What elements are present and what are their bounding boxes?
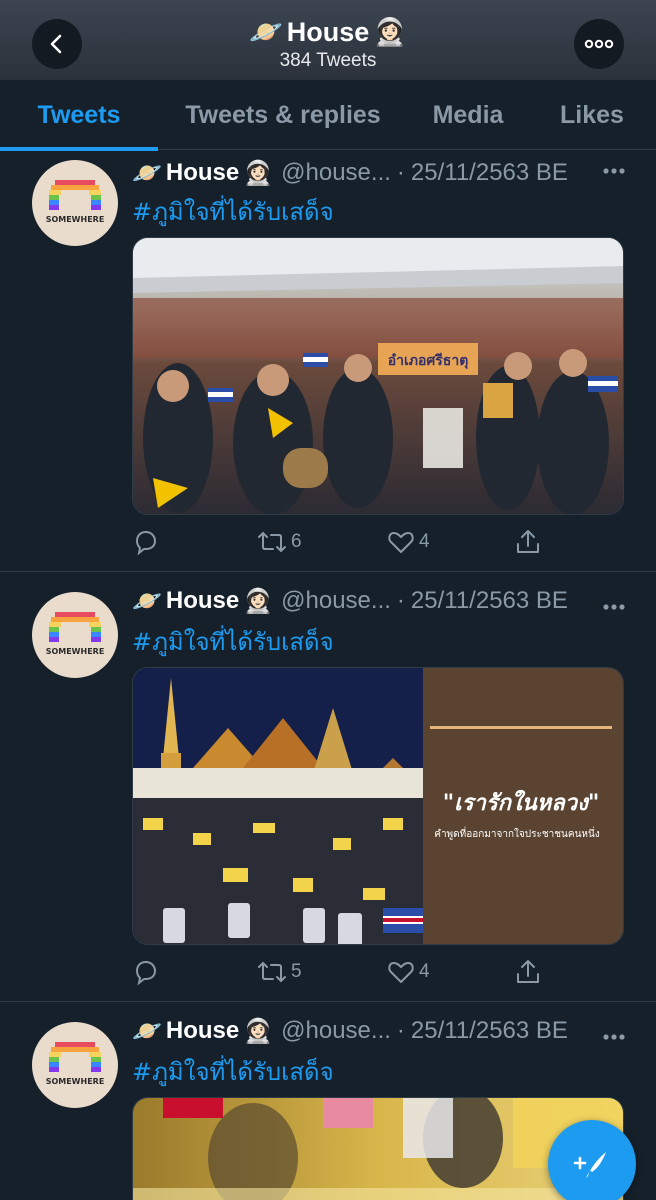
tweet-actions: 5 4: [132, 958, 552, 988]
tweet-more-button[interactable]: [602, 162, 626, 180]
like-count: 4: [419, 531, 430, 552]
tweet-more-button[interactable]: [602, 598, 626, 616]
heart-icon: [388, 532, 414, 553]
ellipsis-icon: [584, 39, 614, 49]
reply-icon: [135, 960, 157, 986]
share-icon: [517, 530, 539, 553]
tweet[interactable]: SOMEWHERE 🪐 House 👩🏻‍🚀 @house... · 25/11/2…: [0, 572, 656, 1002]
separator: ·: [396, 587, 405, 614]
quote-subtext: คำพูดที่ออกมาจากใจประชาชนคนหนึ่ง: [434, 826, 600, 840]
tab-tweets-replies[interactable]: Tweets & replies: [158, 80, 408, 150]
share-button[interactable]: [514, 958, 542, 986]
tweet-header: 🪐 House 👩🏻‍🚀 @house... · 25/11/2563 BE: [132, 156, 632, 190]
ellipsis-icon: [603, 604, 625, 610]
tweet-photo[interactable]: อำเภอศรีธาตุ: [132, 237, 624, 515]
tab-tweets[interactable]: Tweets: [0, 80, 158, 151]
quote-text: "เรารักในหลวง": [443, 789, 600, 816]
heart-icon: [388, 962, 414, 983]
tweet-header: 🪐 House 👩🏻‍🚀 @house... · 25/11/2563 BE: [132, 1014, 632, 1048]
retweet-button[interactable]: 6: [257, 528, 302, 556]
temple-photo: "เรารักในหลวง" คำพูดที่ออกมาจากใจประชาชน…: [133, 668, 623, 944]
profile-name: House: [286, 17, 370, 47]
tweet-header: 🪐 House 👩🏻‍🚀 @house... · 25/11/2563 BE: [132, 584, 632, 618]
retweet-icon: [258, 531, 286, 553]
header-title: 🪐 House 👩🏻‍🚀 384 Tweets: [0, 16, 656, 72]
retweet-button[interactable]: 5: [257, 958, 302, 986]
avatar-text: SOMEWHERE: [46, 1077, 105, 1086]
author-name[interactable]: 🪐 House 👩🏻‍🚀: [132, 587, 273, 616]
author-name[interactable]: 🪐 House 👩🏻‍🚀: [132, 159, 273, 188]
author-handle[interactable]: @house...: [281, 1017, 391, 1045]
hashtag-link[interactable]: #ภูมิใจที่ได้รับเสด็จ: [132, 1052, 334, 1091]
avatar[interactable]: SOMEWHERE: [32, 592, 118, 678]
retweet-icon: [258, 961, 286, 983]
reply-button[interactable]: [132, 528, 160, 556]
separator: ·: [396, 1017, 405, 1044]
tweet-date[interactable]: 25/11/2563 BE: [411, 587, 568, 615]
author-handle[interactable]: @house...: [281, 159, 391, 187]
ellipsis-icon: [603, 1034, 625, 1040]
avatar[interactable]: SOMEWHERE: [32, 1022, 118, 1108]
share-icon: [517, 960, 539, 983]
planet-emoji: 🪐: [249, 17, 283, 47]
avatar-text: SOMEWHERE: [46, 647, 105, 656]
rainbow-logo: SOMEWHERE: [46, 180, 105, 224]
profile-header: 🪐 House 👩🏻‍🚀 384 Tweets: [0, 0, 656, 80]
tweet[interactable]: SOMEWHERE 🪐 House 👩🏻‍🚀 @house... · 25/11/2…: [0, 150, 656, 572]
like-count: 4: [419, 961, 430, 982]
tweet-more-button[interactable]: [602, 1028, 626, 1046]
rainbow-logo: SOMEWHERE: [46, 612, 105, 656]
like-button[interactable]: 4: [387, 528, 430, 556]
reply-icon: [135, 530, 157, 556]
separator: ·: [396, 159, 405, 186]
retweet-count: 5: [291, 961, 302, 982]
astronaut-emoji: 👩🏻‍🚀: [373, 17, 407, 47]
tweet-count: 384 Tweets: [279, 50, 377, 71]
retweet-count: 6: [291, 531, 302, 552]
ellipsis-icon: [603, 168, 625, 174]
more-options-button[interactable]: [574, 19, 624, 69]
tab-media[interactable]: Media: [408, 80, 528, 150]
rainbow-logo: SOMEWHERE: [46, 1042, 105, 1086]
avatar-text: SOMEWHERE: [46, 215, 105, 224]
compose-feather-icon: [573, 1152, 606, 1178]
like-button[interactable]: 4: [387, 958, 430, 986]
share-button[interactable]: [514, 528, 542, 556]
compose-tweet-button[interactable]: [548, 1120, 636, 1200]
crowd-photo: อำเภอศรีธาตุ: [133, 238, 623, 514]
hashtag-link[interactable]: #ภูมิใจที่ได้รับเสด็จ: [132, 622, 334, 661]
tweet-actions: 6 4: [132, 528, 552, 558]
author-name[interactable]: 🪐 House 👩🏻‍🚀: [132, 1017, 273, 1046]
profile-tabs: Tweets Tweets & replies Media Likes: [0, 80, 656, 151]
reply-button[interactable]: [132, 958, 160, 986]
avatar[interactable]: SOMEWHERE: [32, 160, 118, 246]
photo-sign-text: อำเภอศรีธาตุ: [388, 353, 469, 369]
author-handle[interactable]: @house...: [281, 587, 391, 615]
tweet-date[interactable]: 25/11/2563 BE: [411, 1017, 568, 1045]
tweet-date[interactable]: 25/11/2563 BE: [411, 159, 568, 187]
hashtag-link[interactable]: #ภูมิใจที่ได้รับเสด็จ: [132, 192, 334, 231]
tweet-photo[interactable]: "เรารักในหลวง" คำพูดที่ออกมาจากใจประชาชน…: [132, 667, 624, 945]
tab-likes[interactable]: Likes: [528, 80, 656, 150]
